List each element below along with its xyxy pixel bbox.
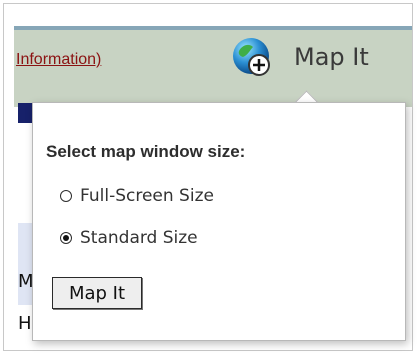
information-link[interactable]: Information) — [16, 51, 101, 69]
table-cell-h: H — [18, 313, 32, 334]
label-full-screen: Full-Screen Size — [80, 186, 214, 206]
label-standard: Standard Size — [80, 228, 198, 248]
map-it-title: Map It — [294, 43, 369, 71]
radio-full-screen[interactable] — [60, 190, 72, 202]
popup-title: Select map window size: — [46, 142, 246, 161]
radio-standard[interactable] — [60, 232, 72, 244]
option-standard[interactable]: Standard Size — [60, 228, 198, 248]
globe-search-icon[interactable] — [229, 35, 275, 81]
option-full-screen[interactable]: Full-Screen Size — [60, 186, 214, 206]
map-it-button[interactable]: Map It — [52, 277, 142, 309]
